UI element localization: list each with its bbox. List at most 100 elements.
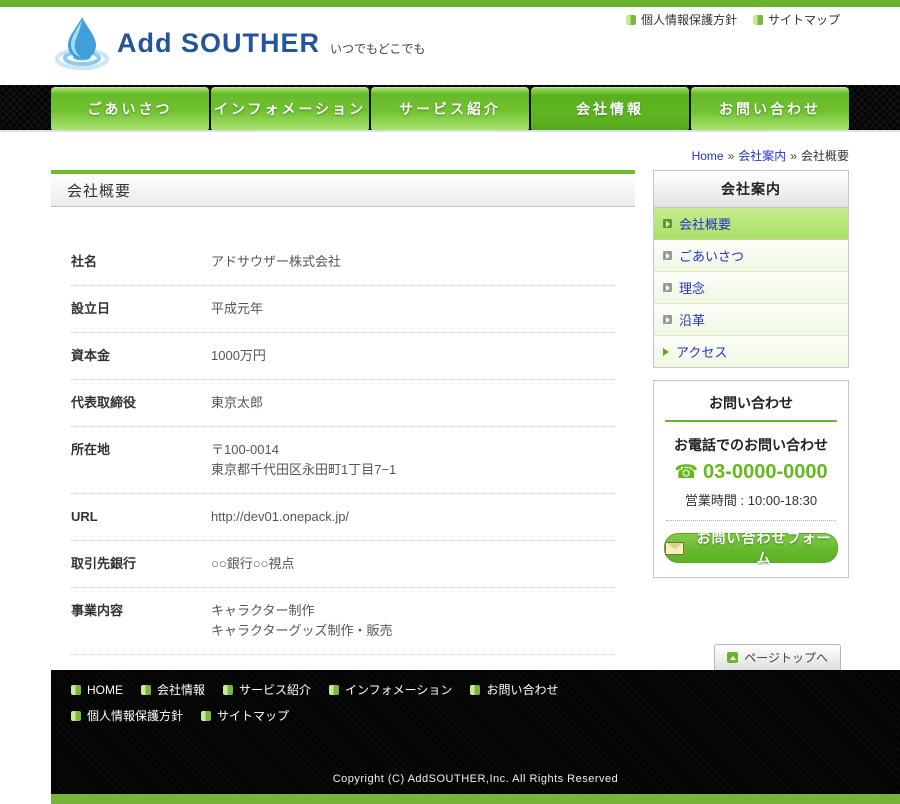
sidebar-item-access[interactable]: アクセス: [654, 336, 848, 367]
table-row: 資本金 1000万円: [71, 333, 615, 380]
arrow-right-icon: [663, 315, 672, 324]
phone-icon: ☎: [674, 463, 698, 482]
header-utility-links: 個人情報保護方針 サイトマップ: [626, 11, 840, 28]
footer-link-sitemap[interactable]: サイトマップ: [201, 707, 289, 724]
top-link-privacy[interactable]: 個人情報保護方針: [626, 11, 737, 28]
site-logo-text: Add SOUTHER: [117, 28, 320, 59]
spec-label: 設立日: [71, 299, 211, 319]
breadcrumb: Home»会社案内»会社概要: [51, 132, 849, 168]
site-header: Add SOUTHER いつでもどこでも 個人情報保護方針 サイトマップ: [0, 7, 900, 85]
contact-form-button-label: お問い合わせフォーム: [691, 528, 837, 568]
main-column: 会社概要 社名 アドサウザー株式会社 設立日 平成元年 資本金 1000万円 代…: [51, 170, 635, 655]
contact-phone-label: お電話でのお問い合わせ: [664, 435, 838, 455]
bullet-icon: [201, 711, 211, 721]
contact-box: お問い合わせ お電話でのお問い合わせ ☎ 03-0000-0000 営業時間 :…: [653, 380, 849, 578]
spec-value: キャラクター制作キャラクターグッズ制作・販売: [211, 601, 392, 641]
spec-value: 平成元年: [211, 299, 263, 319]
site-logo[interactable]: Add SOUTHER いつでもどこでも: [55, 15, 425, 71]
mail-icon: [665, 542, 684, 555]
sidebar-item-label: アクセス: [676, 342, 727, 361]
nav-tab-greeting[interactable]: ごあいさつ: [51, 87, 209, 130]
breadcrumb-link-section[interactable]: 会社案内: [738, 149, 786, 163]
spec-value: 〒100-0014東京都千代田区永田町1丁目7−1: [211, 440, 396, 480]
company-spec-table: 社名 アドサウザー株式会社 設立日 平成元年 資本金 1000万円 代表取締役 …: [71, 239, 615, 655]
sidebar-item-label: 沿革: [679, 310, 705, 329]
table-row: 社名 アドサウザー株式会社: [71, 239, 615, 286]
footer-link-home[interactable]: HOME: [71, 681, 123, 698]
nav-tab-services[interactable]: サービス紹介: [371, 87, 529, 130]
sidebar-item-philosophy[interactable]: 理念: [654, 272, 848, 304]
spec-label: 社名: [71, 252, 211, 272]
footer-links-row: 個人情報保護方針 サイトマップ: [51, 698, 900, 724]
contact-phone-number: ☎ 03-0000-0000: [664, 461, 838, 484]
sidebar-item-label: ごあいさつ: [679, 246, 744, 265]
sidebar-nav-box: 会社案内 会社概要 ごあいさつ 理念 沿革: [653, 170, 849, 368]
sidebar-item-history[interactable]: 沿革: [654, 304, 848, 336]
table-row: 所在地 〒100-0014東京都千代田区永田町1丁目7−1: [71, 427, 615, 494]
spec-value: アドサウザー株式会社: [211, 252, 341, 272]
breadcrumb-link-home[interactable]: Home: [692, 149, 724, 163]
dotted-divider: [666, 520, 836, 521]
footer-link-company[interactable]: 会社情報: [141, 681, 205, 698]
table-row: 事業内容 キャラクター制作キャラクターグッズ制作・販売: [71, 588, 615, 655]
page-top-label: ページトップへ: [744, 649, 828, 666]
bullet-icon: [71, 711, 81, 721]
spec-label: 資本金: [71, 346, 211, 366]
spec-label: URL: [71, 507, 211, 527]
footer-link-contact[interactable]: お問い合わせ: [470, 681, 558, 698]
footer-link-information[interactable]: インフォメーション: [329, 681, 452, 698]
table-row: URL http://dev01.onepack.jp/: [71, 494, 615, 541]
water-drop-logo-icon: [55, 15, 109, 71]
site-tagline: いつでもどこでも: [330, 40, 425, 57]
spec-value: ○○銀行○○視点: [211, 554, 294, 574]
sidebar-item-company-overview[interactable]: 会社概要: [654, 208, 848, 240]
spec-value: 東京太郎: [211, 393, 263, 413]
nav-tab-contact[interactable]: お問い合わせ: [691, 87, 849, 130]
contact-hours: 営業時間 : 10:00-18:30: [664, 490, 838, 509]
sidebar: 会社案内 会社概要 ごあいさつ 理念 沿革: [653, 170, 849, 655]
footer-links-row: HOME 会社情報 サービス紹介 インフォメーション お問い合わせ: [51, 670, 900, 698]
contact-form-button[interactable]: お問い合わせフォーム: [664, 533, 838, 563]
page-content: Home»会社案内»会社概要 会社概要 社名 アドサウザー株式会社 設立日 平成…: [51, 132, 849, 670]
top-link-sitemap[interactable]: サイトマップ: [753, 11, 840, 28]
bottom-accent-bar: [51, 794, 900, 804]
site-footer: HOME 会社情報 サービス紹介 インフォメーション お問い合わせ 個人情報保護…: [51, 670, 900, 794]
arrow-right-icon: [663, 348, 669, 356]
top-link-privacy-label: 個人情報保護方針: [641, 11, 737, 28]
sidebar-nav-title: 会社案内: [654, 171, 848, 208]
bullet-icon: [141, 685, 151, 695]
breadcrumb-current: 会社概要: [801, 149, 849, 163]
footer-link-services[interactable]: サービス紹介: [223, 681, 311, 698]
spec-label: 事業内容: [71, 601, 211, 641]
bullet-icon: [329, 685, 339, 695]
arrow-right-icon: [663, 251, 672, 260]
bullet-icon: [71, 685, 81, 695]
bullet-icon: [626, 15, 636, 25]
nav-tab-information[interactable]: インフォメーション: [211, 87, 369, 130]
copyright-text: Copyright (C) AddSOUTHER,Inc. All Rights…: [51, 773, 900, 785]
arrow-right-icon: [663, 219, 672, 228]
sidebar-item-greeting[interactable]: ごあいさつ: [654, 240, 848, 272]
top-accent-bar: [0, 0, 900, 7]
breadcrumb-separator: »: [728, 149, 735, 163]
arrow-right-icon: [663, 283, 672, 292]
sidebar-item-label: 会社概要: [679, 214, 731, 233]
bullet-icon: [753, 15, 763, 25]
table-row: 取引先銀行 ○○銀行○○視点: [71, 541, 615, 588]
breadcrumb-separator: »: [790, 149, 797, 163]
bullet-icon: [223, 685, 233, 695]
contact-box-title: お問い合わせ: [665, 393, 837, 422]
page-title: 会社概要: [51, 170, 635, 207]
nav-tab-company[interactable]: 会社情報: [531, 87, 689, 130]
footer-link-privacy[interactable]: 個人情報保護方針: [71, 707, 183, 724]
spec-label: 所在地: [71, 440, 211, 480]
bullet-icon: [470, 685, 480, 695]
main-navigation: ごあいさつ インフォメーション サービス紹介 会社情報 お問い合わせ: [0, 85, 900, 130]
top-link-sitemap-label: サイトマップ: [768, 11, 840, 28]
table-row: 代表取締役 東京太郎: [71, 380, 615, 427]
table-row: 設立日 平成元年: [71, 286, 615, 333]
arrow-up-icon: [727, 652, 738, 663]
page-top-button[interactable]: ページトップへ: [714, 644, 841, 670]
spec-value: 1000万円: [211, 346, 266, 366]
spec-label: 取引先銀行: [71, 554, 211, 574]
